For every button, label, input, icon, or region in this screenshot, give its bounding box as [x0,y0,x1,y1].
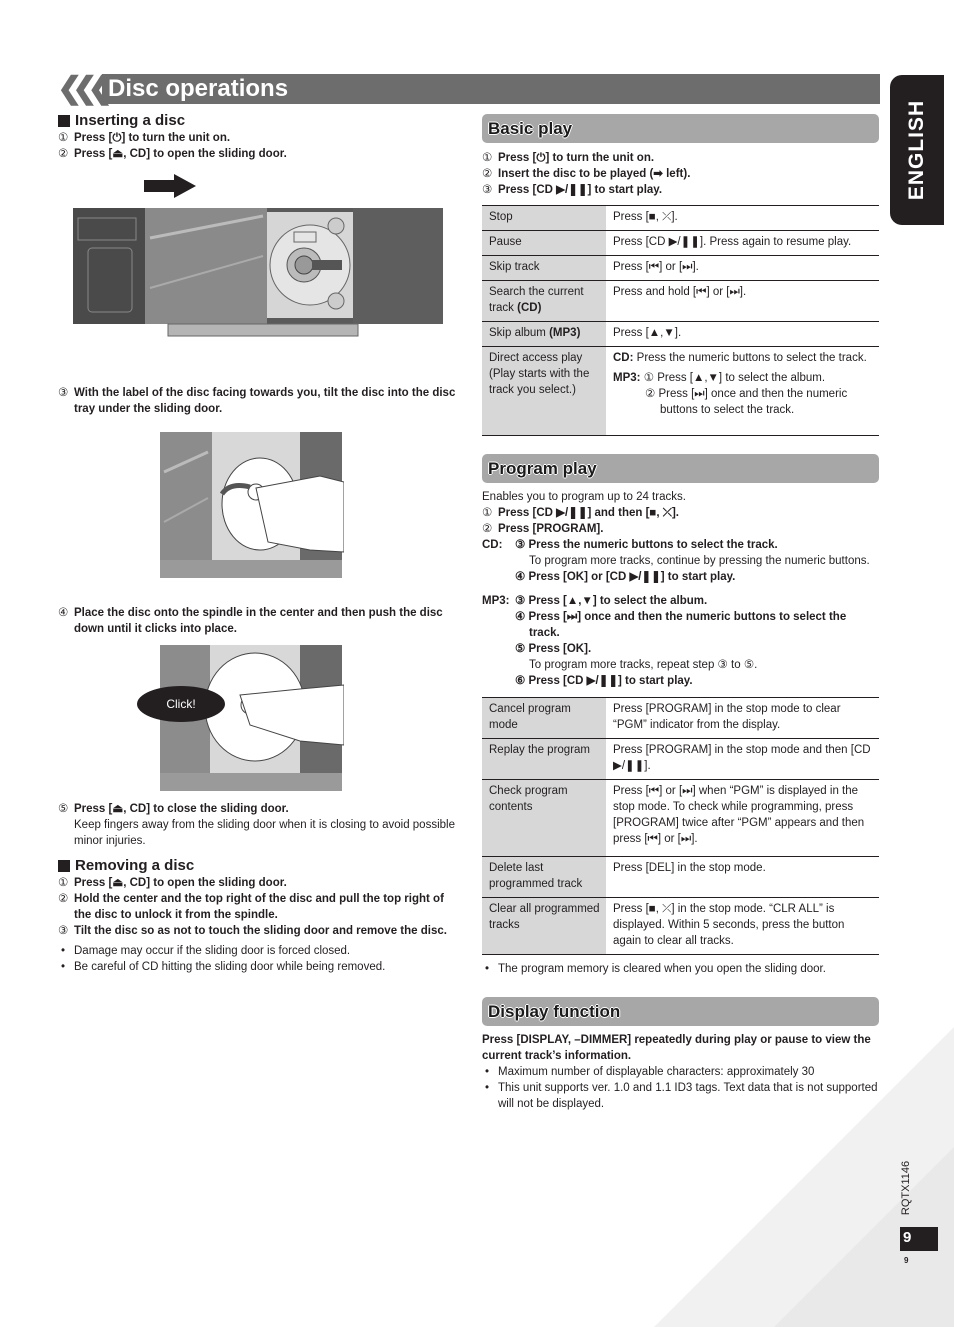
program-play-heading: Program play [488,458,597,478]
remove-step-2: ② Hold the center and the top right of th… [58,893,444,921]
table-row: Skip album (MP3) Press [▲,▼]. [482,321,879,347]
program-mp3-steps: MP3: ③ Press [▲,▼] to select the album. … [482,595,847,687]
display-bullet: This unit supports ver. 1.0 and 1.1 ID3 … [482,1080,879,1112]
table-row: Replay the program Press [PROGRAM] in the… [482,738,879,780]
tilt-disc-illustration [160,432,344,578]
basic-play-heading: Basic play [488,118,573,138]
table-row: Stop Press [■, ⤫]. [482,205,879,231]
remove-step-3: ③ Tilt the disc so as not to touch the sl… [58,925,447,937]
table-row: Delete last programmed track Press [DEL] … [482,856,879,898]
table-row: Clear all programmed tracks Press [■, ⤫] … [482,897,879,955]
insert-step-5: ⑤ Press [⏏, CD] to close the sliding door… [58,803,289,815]
arrow-left-icon [144,174,196,198]
language-label: ENGLISH [905,99,928,201]
program-cd-steps: CD: ③ Press the numeric buttons to selec… [482,539,870,583]
page-title-bar: ❮❮❮ Disc operations [57,72,880,105]
table-row: Pause Press [CD ▶/❚❚]. Press again to res… [482,230,879,256]
display-function-heading-bar: Display function [482,997,879,1026]
insert-step-1: ① Press [⏻] to turn the unit on. [58,132,231,144]
page-number-box: 9 [900,1227,938,1251]
square-bullet-icon [58,860,70,872]
program-step-2: ② Press [PROGRAM]. [482,523,604,535]
insert-step-3: ③ With the label of the disc facing towar… [58,387,456,415]
left-column: Inserting a disc ① Press [⏻] to turn the … [58,110,458,162]
insert-step-2: ② Press [⏏, CD] to open the sliding door. [58,148,287,160]
page-number-small: 9 [904,1256,909,1265]
chevron-left-icon: ❮❮❮ [57,72,113,105]
square-bullet-icon [58,115,70,127]
click-callout: Click! [137,686,225,722]
right-column: Basic play ① Press [⏻] to turn the unit o… [482,114,879,1112]
remove-step-1: ① Press [⏏, CD] to open the sliding door. [58,877,287,889]
insert-step-4: ④ Place the disc onto the spindle in the … [58,607,443,635]
basic-play-heading-bar: Basic play [482,114,879,143]
language-tab: ENGLISH [890,75,944,225]
remove-bullet: Damage may occur if the sliding door is … [58,943,458,959]
program-play-table: Cancel program mode Press [PROGRAM] in th… [482,697,879,955]
program-step-1: ① Press [CD ▶/❚❚] and then [■, ⤫]. [482,507,679,519]
display-bullet: Maximum number of displayable characters… [482,1064,879,1080]
display-function-heading: Display function [488,1001,621,1021]
table-row: Direct access play (Play starts with the… [482,346,879,436]
basic-step-2: ② Insert the disc to be played (➡ left). [482,168,691,180]
removing-heading: Removing a disc [58,857,458,875]
basic-play-table: Stop Press [■, ⤫]. Pause Press [CD ▶/❚❚]. … [482,205,879,436]
program-play-heading-bar: Program play [482,454,879,483]
program-intro: Enables you to program up to 24 tracks. [482,491,686,503]
insert-step-5-note: Keep fingers away from the sliding door … [74,819,455,847]
basic-step-1: ① Press [⏻] to turn the unit on. [482,152,655,164]
table-row: Cancel program mode Press [PROGRAM] in th… [482,697,879,739]
display-function-lead: Press [DISPLAY, –DIMMER] repeatedly duri… [482,1034,871,1062]
table-row: Search the current track (CD) Press and h… [482,280,879,322]
remove-bullet: Be careful of CD hitting the sliding doo… [58,959,458,975]
table-row: Skip track Press [⏮] or [⏭]. [482,255,879,281]
document-id: RQTX1146 [900,1160,912,1215]
table-row: Check program contents Press [⏮] or [⏭] w… [482,779,879,857]
inserting-heading: Inserting a disc [58,112,458,130]
program-bullet: The program memory is cleared when you o… [482,961,879,977]
page-title: Disc operations [108,75,289,102]
basic-step-3: ③ Press [CD ▶/❚❚] to start play. [482,184,663,196]
unit-open-door-illustration [73,174,443,337]
